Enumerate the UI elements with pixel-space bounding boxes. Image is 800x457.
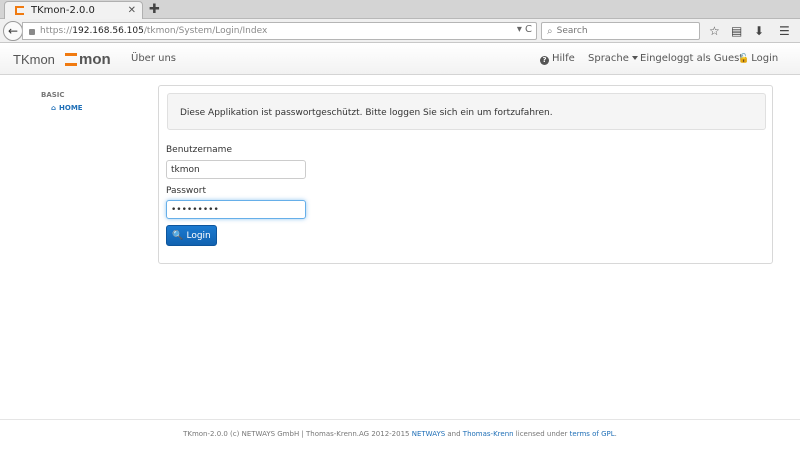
login-panel: Diese Applikation ist passwortgeschützt.… xyxy=(158,85,773,264)
arrow-left-icon: ← xyxy=(7,24,19,38)
logged-in-status: Eingeloggt als Guest xyxy=(640,53,744,64)
unlock-icon: 🔓 xyxy=(738,54,750,64)
language-dropdown[interactable]: Sprache xyxy=(588,53,638,64)
favicon-icon xyxy=(15,5,24,16)
sidebar-heading: BASIC xyxy=(41,91,65,99)
netways-link[interactable]: NETWAYS xyxy=(412,430,445,438)
footer-divider xyxy=(0,419,800,420)
login-button[interactable]: 🔍 Login xyxy=(166,225,217,246)
footer: TKmon-2.0.0 (c) NETWAYS GmbH | Thomas-Kr… xyxy=(183,430,617,438)
url-text: https://192.168.56.105/tkmon/System/Logi… xyxy=(40,26,268,36)
browser-nav-bar: ← https://192.168.56.105/tkmon/System/Lo… xyxy=(0,19,800,43)
username-label: Benutzername xyxy=(166,145,232,155)
tab-title: TKmon-2.0.0 xyxy=(31,5,95,16)
password-label: Passwort xyxy=(166,186,207,196)
logo-mark-icon xyxy=(65,52,77,66)
thomas-krenn-link[interactable]: Thomas-Krenn xyxy=(463,430,514,438)
username-field[interactable] xyxy=(166,160,306,179)
new-tab-icon[interactable]: ✚ xyxy=(149,2,160,17)
url-bar[interactable]: https://192.168.56.105/tkmon/System/Logi… xyxy=(22,22,537,40)
key-icon: 🔍 xyxy=(172,230,184,241)
caret-down-icon xyxy=(631,56,638,60)
sidebar-item-home[interactable]: ⌂ HOME xyxy=(51,104,83,112)
logo[interactable]: mon xyxy=(65,50,111,68)
logo-text: mon xyxy=(79,50,111,68)
question-icon: ? xyxy=(540,56,549,65)
bookmark-star-icon[interactable]: ☆ xyxy=(709,24,720,38)
search-icon: ⌕ xyxy=(547,25,553,37)
home-icon: ⌂ xyxy=(51,104,57,112)
browser-tab[interactable]: TKmon-2.0.0 ✕ xyxy=(4,1,143,19)
about-link[interactable]: Über uns xyxy=(131,53,176,64)
download-icon[interactable]: ⬇ xyxy=(754,24,764,38)
password-field[interactable] xyxy=(166,200,306,219)
browser-tab-bar: TKmon-2.0.0 ✕ ✚ xyxy=(0,0,800,19)
back-button[interactable]: ← xyxy=(3,21,23,41)
lock-icon xyxy=(29,29,35,35)
search-input[interactable] xyxy=(556,26,687,36)
login-link[interactable]: 🔓 Login xyxy=(738,53,778,64)
login-notice: Diese Applikation ist passwortgeschützt.… xyxy=(167,93,766,130)
close-tab-icon[interactable]: ✕ xyxy=(128,5,136,16)
reload-icon[interactable]: ▾ C xyxy=(517,24,532,35)
gpl-link[interactable]: terms of GPL xyxy=(570,430,615,438)
menu-icon[interactable]: ☰ xyxy=(779,24,790,38)
search-bar[interactable]: ⌕ xyxy=(541,22,700,40)
reading-list-icon[interactable]: ▤ xyxy=(731,24,742,38)
app-navbar: TKmon mon Über uns ? Hilfe Sprache Eingel… xyxy=(0,44,800,75)
help-link[interactable]: ? Hilfe xyxy=(540,53,575,65)
brand-name[interactable]: TKmon xyxy=(13,52,55,67)
